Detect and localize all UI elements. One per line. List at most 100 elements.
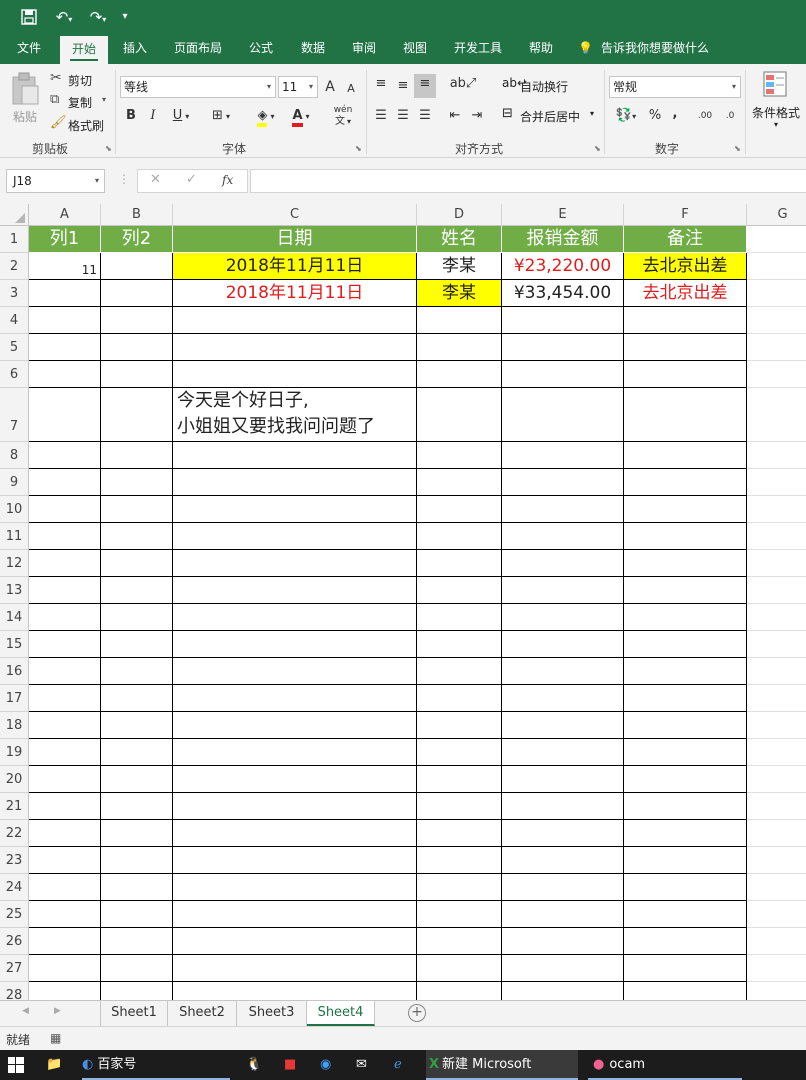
cell-f19[interactable] <box>624 739 747 766</box>
cell-d28[interactable] <box>417 982 502 1000</box>
cell-d10[interactable] <box>417 496 502 523</box>
cell-g24[interactable] <box>747 874 806 901</box>
align-top-button[interactable]: ≡ <box>372 74 390 94</box>
cell-b12[interactable] <box>101 550 173 577</box>
comma-style-button[interactable]: , <box>668 104 682 124</box>
cell-b14[interactable] <box>101 604 173 631</box>
cell-d27[interactable] <box>417 955 502 982</box>
taskbar-baijiahao[interactable]: ◐ 百家号 <box>82 1050 230 1080</box>
row-header[interactable]: 17 <box>0 685 28 712</box>
cell-a8[interactable] <box>29 442 101 469</box>
cell-a27[interactable] <box>29 955 101 982</box>
tab-home[interactable]: 开始 <box>60 36 108 64</box>
shrink-font-button[interactable]: A <box>343 79 359 99</box>
dialog-launcher-icon[interactable]: ⬊ <box>105 144 112 153</box>
scroll-right-icon[interactable]: ▶ <box>54 1006 61 1016</box>
cell-d21[interactable] <box>417 793 502 820</box>
cell-a3[interactable] <box>29 280 101 307</box>
cell-a24[interactable] <box>29 874 101 901</box>
cell-g8[interactable] <box>747 442 806 469</box>
cell-c1[interactable]: 日期 <box>173 226 417 253</box>
cell-f8[interactable] <box>624 442 747 469</box>
align-bottom-button[interactable]: ≡ <box>414 74 436 98</box>
cell-b24[interactable] <box>101 874 173 901</box>
row-header[interactable]: 22 <box>0 820 28 847</box>
align-right-button[interactable]: ☰ <box>416 106 434 126</box>
cell-b9[interactable] <box>101 469 173 496</box>
number-format-select[interactable]: 常规 ▾ <box>609 76 741 98</box>
fill-color-button[interactable]: ◈ ▾ <box>250 106 282 127</box>
cell-e14[interactable] <box>502 604 624 631</box>
row-header[interactable]: 11 <box>0 523 28 550</box>
tab-view[interactable]: 视图 <box>394 34 436 64</box>
cell-b25[interactable] <box>101 901 173 928</box>
orientation-button[interactable]: ab⤢ <box>448 74 478 94</box>
cell-a22[interactable] <box>29 820 101 847</box>
cell-e26[interactable] <box>502 928 624 955</box>
column-header-b[interactable]: B <box>101 204 173 226</box>
cell-b1[interactable]: 列2 <box>101 226 173 253</box>
cell-a10[interactable] <box>29 496 101 523</box>
decrease-decimal-button[interactable]: .0 <box>720 106 740 126</box>
cell-b4[interactable] <box>101 307 173 334</box>
name-box[interactable]: J18 ▾ <box>6 169 105 193</box>
row-header[interactable]: 6 <box>0 361 28 388</box>
cell-d22[interactable] <box>417 820 502 847</box>
cell-c7[interactable]: 今天是个好日子, 小姐姐又要找我问问题了 <box>173 388 417 442</box>
increase-indent-button[interactable]: ⇥ <box>468 106 486 126</box>
sheet-tab-sheet4[interactable]: Sheet4 <box>307 1001 375 1026</box>
cell-d18[interactable] <box>417 712 502 739</box>
cell-d8[interactable] <box>417 442 502 469</box>
cell-g17[interactable] <box>747 685 806 712</box>
cell-c28[interactable] <box>173 982 417 1000</box>
cell-c23[interactable] <box>173 847 417 874</box>
cell-c16[interactable] <box>173 658 417 685</box>
cell-d3[interactable]: 李某 <box>417 280 502 307</box>
cell-b2[interactable] <box>101 253 173 280</box>
bold-button[interactable]: B <box>124 106 138 126</box>
column-header-a[interactable]: A <box>29 204 101 226</box>
cell-g20[interactable] <box>747 766 806 793</box>
cell-e1[interactable]: 报销金额 <box>502 226 624 253</box>
percent-style-button[interactable]: % <box>646 106 664 126</box>
cell-d13[interactable] <box>417 577 502 604</box>
cell-f17[interactable] <box>624 685 747 712</box>
cell-c17[interactable] <box>173 685 417 712</box>
cell-e25[interactable] <box>502 901 624 928</box>
cell-e27[interactable] <box>502 955 624 982</box>
sheet-tab-sheet2[interactable]: Sheet2 <box>168 1001 237 1026</box>
align-center-button[interactable]: ☰ <box>394 106 412 126</box>
phonetic-button[interactable]: wén 文 ▾ <box>328 104 358 128</box>
cell-g12[interactable] <box>747 550 806 577</box>
cell-a15[interactable] <box>29 631 101 658</box>
cell-f16[interactable] <box>624 658 747 685</box>
cell-d9[interactable] <box>417 469 502 496</box>
select-all-button[interactable] <box>0 204 29 226</box>
cell-f15[interactable] <box>624 631 747 658</box>
cell-a19[interactable] <box>29 739 101 766</box>
cell-f9[interactable] <box>624 469 747 496</box>
cell-c15[interactable] <box>173 631 417 658</box>
cell-e18[interactable] <box>502 712 624 739</box>
cell-f24[interactable] <box>624 874 747 901</box>
row-header[interactable]: 21 <box>0 793 28 820</box>
cell-c12[interactable] <box>173 550 417 577</box>
row-header[interactable]: 5 <box>0 334 28 361</box>
cell-f21[interactable] <box>624 793 747 820</box>
cell-f2[interactable]: 去北京出差 <box>624 253 747 280</box>
cell-d25[interactable] <box>417 901 502 928</box>
cell-c27[interactable] <box>173 955 417 982</box>
app-red-icon[interactable]: ■ <box>284 1050 304 1080</box>
cell-a9[interactable] <box>29 469 101 496</box>
cell-e24[interactable] <box>502 874 624 901</box>
cell-c8[interactable] <box>173 442 417 469</box>
cell-g21[interactable] <box>747 793 806 820</box>
cell-d4[interactable] <box>417 307 502 334</box>
tab-page-layout[interactable]: 页面布局 <box>166 34 230 64</box>
cell-a11[interactable] <box>29 523 101 550</box>
font-color-button[interactable]: A ▾ <box>286 106 316 127</box>
cut-button[interactable]: ✂ 剪切 <box>50 70 102 90</box>
cell-b28[interactable] <box>101 982 173 1000</box>
cell-f14[interactable] <box>624 604 747 631</box>
sheet-tab-sheet1[interactable]: Sheet1 <box>100 1001 168 1026</box>
